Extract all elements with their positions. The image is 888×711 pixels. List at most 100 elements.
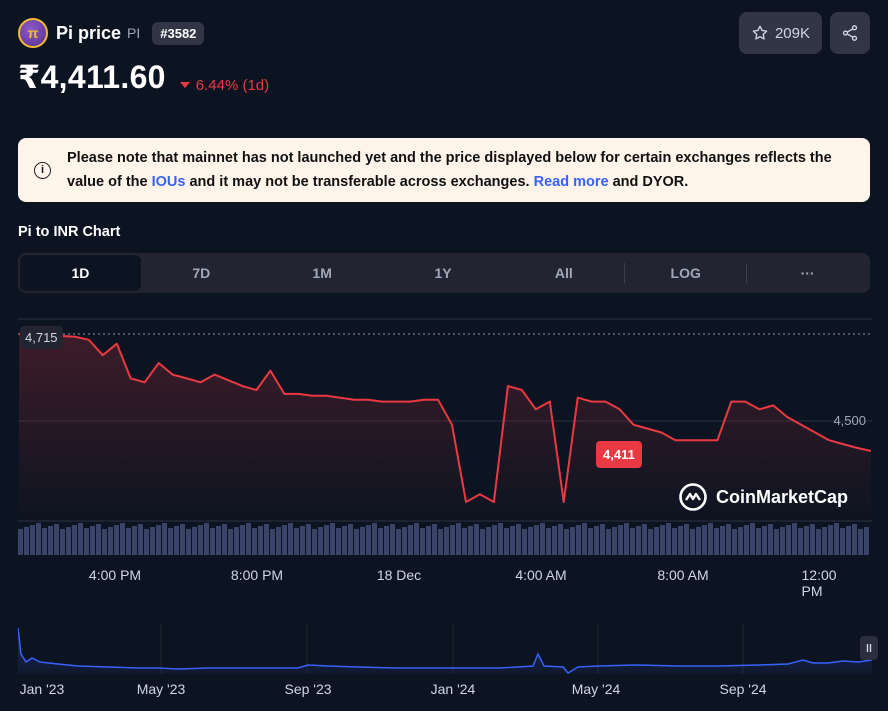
volume-bar bbox=[330, 523, 335, 555]
volume-bar bbox=[204, 523, 209, 555]
volume-bar bbox=[168, 528, 173, 555]
volume-bar bbox=[246, 523, 251, 555]
read-more-link[interactable]: Read more bbox=[534, 174, 609, 190]
volume-bar bbox=[486, 527, 491, 555]
ious-link[interactable]: IOUs bbox=[152, 174, 186, 190]
volume-bar bbox=[510, 526, 515, 555]
overview-label: May '23 bbox=[136, 681, 186, 697]
volume-bar bbox=[756, 528, 761, 555]
volume-bar bbox=[660, 525, 665, 555]
volume-bar bbox=[864, 527, 869, 555]
volume-bar bbox=[186, 529, 191, 555]
volume-bar bbox=[114, 525, 119, 555]
price-chart[interactable]: 4,715 4,500 4,411 CoinMarketCap bbox=[18, 318, 872, 558]
volume-bars bbox=[18, 523, 869, 555]
time-label: 4:00 PM bbox=[88, 567, 142, 583]
volume-bar bbox=[336, 528, 341, 555]
volume-bar bbox=[780, 527, 785, 555]
volume-bar bbox=[162, 523, 167, 555]
volume-bar bbox=[150, 527, 155, 555]
volume-bar bbox=[300, 526, 305, 555]
volume-bar bbox=[576, 525, 581, 555]
share-button[interactable] bbox=[830, 12, 870, 54]
volume-bar bbox=[144, 529, 149, 555]
chart-range-tabs: 1D 7D 1M 1Y All LOG ··· bbox=[18, 253, 870, 293]
volume-bar bbox=[132, 526, 137, 555]
volume-bar bbox=[462, 528, 467, 555]
volume-bar bbox=[318, 527, 323, 555]
volume-bar bbox=[492, 525, 497, 555]
volume-bar bbox=[690, 529, 695, 555]
price-change-value: 6.44% (1d) bbox=[195, 76, 270, 94]
volume-bar bbox=[774, 529, 779, 555]
coin-name: Pi price bbox=[56, 22, 122, 43]
volume-bar bbox=[480, 529, 485, 555]
overview-label: Jan '23 bbox=[19, 681, 65, 697]
tab-more[interactable]: ··· bbox=[747, 255, 868, 291]
volume-bar bbox=[378, 528, 383, 555]
volume-bar bbox=[606, 529, 611, 555]
time-label: 4:00 AM bbox=[515, 567, 567, 583]
volume-bar bbox=[792, 523, 797, 555]
star-icon bbox=[752, 25, 768, 40]
volume-bar bbox=[288, 523, 293, 555]
coinmarketcap-watermark: CoinMarketCap bbox=[678, 482, 848, 512]
watchlist-count: 209K bbox=[774, 24, 810, 42]
volume-bar bbox=[768, 524, 773, 555]
tab-1d[interactable]: 1D bbox=[20, 255, 141, 291]
volume-bar bbox=[156, 525, 161, 555]
volume-bar bbox=[126, 528, 131, 555]
notice-text: Please note that mainnet has not launche… bbox=[67, 146, 854, 194]
watermark-text: CoinMarketCap bbox=[716, 486, 849, 507]
time-label: 8:00 AM bbox=[657, 567, 709, 583]
navigator-handle[interactable] bbox=[860, 636, 878, 660]
volume-bar bbox=[744, 525, 749, 555]
mid-price-label: 4,500 bbox=[833, 413, 866, 428]
volume-bar bbox=[360, 527, 365, 555]
volume-bar bbox=[18, 529, 23, 555]
tab-all[interactable]: All bbox=[503, 255, 624, 291]
overview-label: May '24 bbox=[571, 681, 621, 697]
volume-bar bbox=[354, 529, 359, 555]
volume-bar bbox=[654, 527, 659, 555]
volume-bar bbox=[270, 529, 275, 555]
volume-bar bbox=[672, 528, 677, 555]
price-row: ₹4,411.60 6.44% (1d) bbox=[18, 58, 269, 96]
volume-bar bbox=[312, 529, 317, 555]
volume-bar bbox=[54, 524, 59, 555]
volume-bar bbox=[504, 528, 509, 555]
volume-bar bbox=[264, 524, 269, 555]
volume-bar bbox=[702, 525, 707, 555]
overview-navigator[interactable] bbox=[18, 624, 872, 674]
volume-bar bbox=[138, 524, 143, 555]
volume-bar bbox=[642, 524, 647, 555]
notice-text-part: and DYOR. bbox=[608, 174, 689, 190]
volume-bar bbox=[540, 523, 545, 555]
tab-1y[interactable]: 1Y bbox=[383, 255, 504, 291]
volume-bar bbox=[240, 525, 245, 555]
top-actions: 209K bbox=[738, 12, 870, 54]
tab-1m[interactable]: 1M bbox=[262, 255, 383, 291]
volume-bar bbox=[648, 529, 653, 555]
volume-bar bbox=[78, 523, 83, 555]
volume-bar bbox=[582, 523, 587, 555]
volume-bar bbox=[276, 527, 281, 555]
volume-bar bbox=[120, 523, 125, 555]
coin-symbol: PI bbox=[127, 25, 141, 41]
volume-bar bbox=[762, 526, 767, 555]
watchlist-button[interactable]: 209K bbox=[738, 12, 822, 54]
volume-bar bbox=[192, 527, 197, 555]
rank-badge: #3582 bbox=[152, 21, 205, 45]
volume-bar bbox=[726, 524, 731, 555]
price-change: 6.44% (1d) bbox=[179, 76, 270, 94]
tab-7d[interactable]: 7D bbox=[141, 255, 262, 291]
volume-bar bbox=[384, 526, 389, 555]
volume-bar bbox=[684, 524, 689, 555]
tab-log[interactable]: LOG bbox=[625, 255, 746, 291]
time-label: 18 Dec bbox=[376, 567, 422, 583]
cmc-logo-icon bbox=[679, 483, 707, 511]
volume-bar bbox=[570, 527, 575, 555]
volume-bar bbox=[798, 528, 803, 555]
volume-bar bbox=[786, 525, 791, 555]
volume-bar bbox=[366, 525, 371, 555]
